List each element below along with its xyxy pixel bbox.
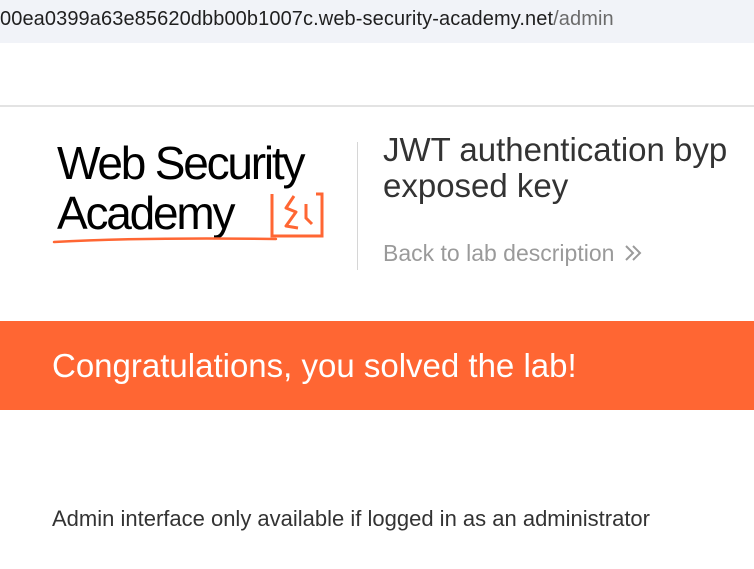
admin-access-message: Admin interface only available if logged… xyxy=(52,506,650,531)
address-bar[interactable]: 00ea0399a63e85620dbb00b1007c.web-securit… xyxy=(0,0,754,43)
lab-title-line1: JWT authentication byp xyxy=(383,132,728,168)
lab-title: JWT authentication byp exposed key xyxy=(383,132,754,204)
url-text[interactable]: 00ea0399a63e85620dbb00b1007c.web-securit… xyxy=(0,6,614,32)
back-link-label: Back to lab description xyxy=(383,240,615,266)
back-to-lab-description-link[interactable]: Back to lab description xyxy=(383,240,642,268)
url-path: /admin xyxy=(553,8,614,30)
double-chevron-right-icon xyxy=(624,242,642,268)
lab-title-line2: exposed key xyxy=(383,167,569,204)
logo-divider xyxy=(357,142,358,270)
header-divider xyxy=(0,105,754,107)
web-security-academy-logo[interactable]: Web Security Academy xyxy=(50,138,360,248)
logo-flask-icon xyxy=(52,192,324,244)
banner-text: Congratulations, you solved the lab! xyxy=(52,347,577,384)
url-host: 00ea0399a63e85620dbb00b1007c.web-securit… xyxy=(0,8,554,30)
lab-solved-banner: Congratulations, you solved the lab! xyxy=(0,321,754,410)
